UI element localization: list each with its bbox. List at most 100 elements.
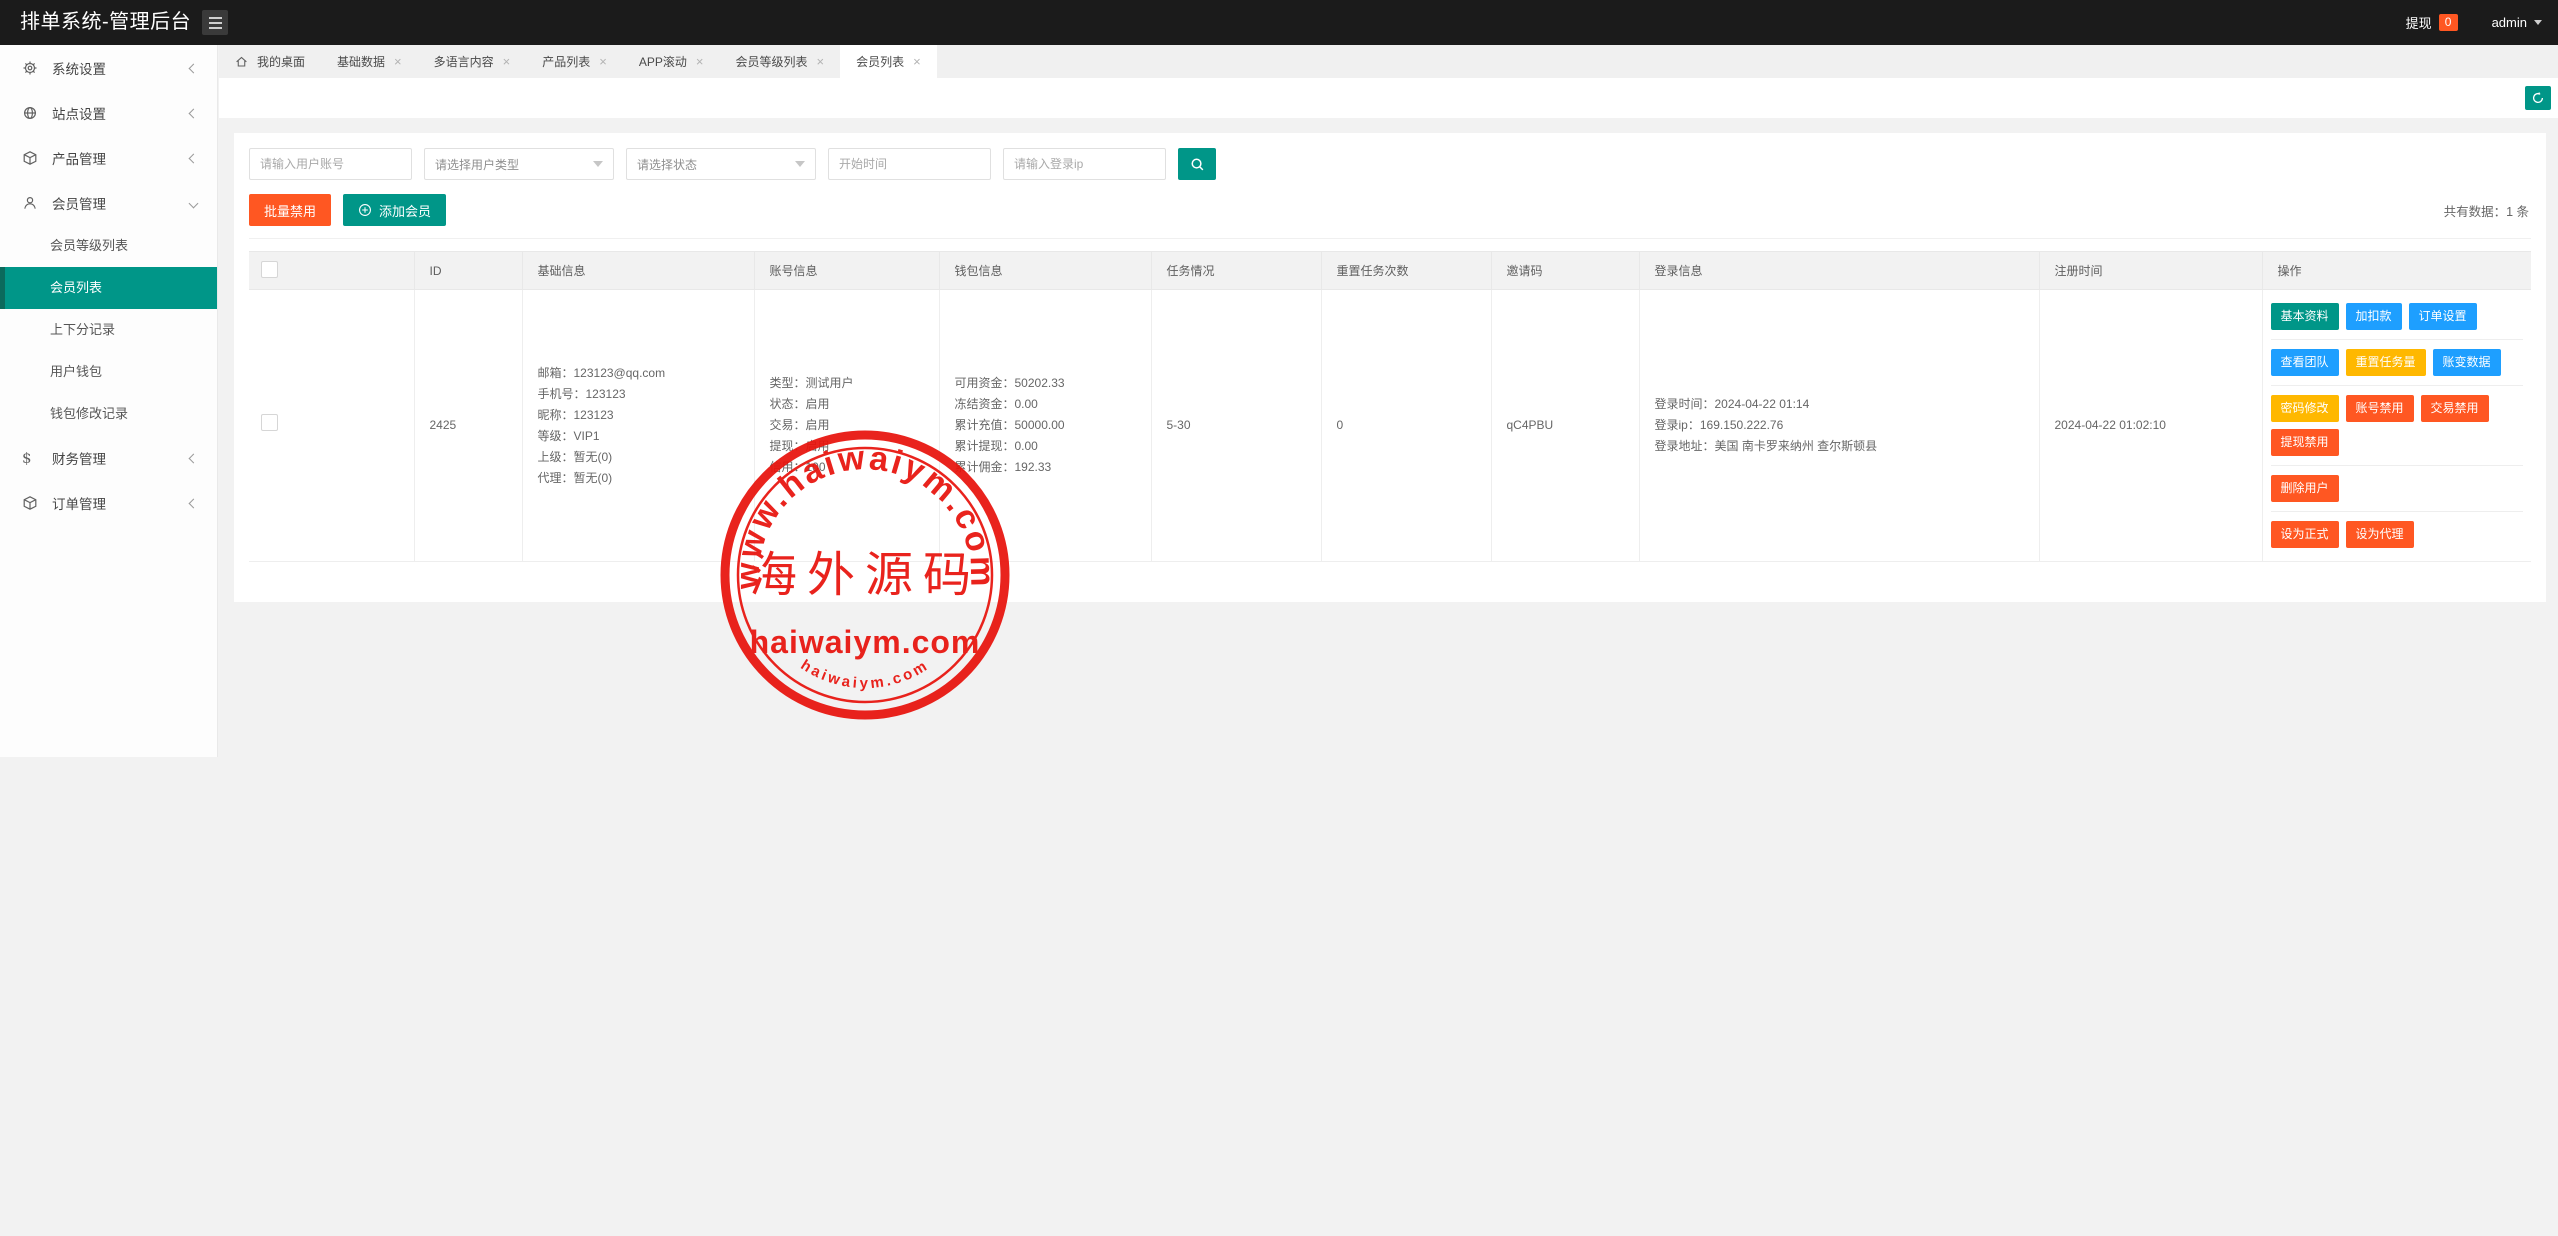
sidebar-item-member-level-list[interactable]: 会员等级列表 xyxy=(0,225,217,267)
tab-label: 会员等级列表 xyxy=(735,53,807,70)
sidebar-item-score-records[interactable]: 上下分记录 xyxy=(0,309,217,351)
row-checkbox[interactable] xyxy=(261,414,278,431)
set-official-button[interactable]: 设为正式 xyxy=(2271,521,2339,548)
close-icon[interactable]: × xyxy=(913,54,921,69)
plus-circle-icon xyxy=(358,203,372,217)
order-settings-button[interactable]: 订单设置 xyxy=(2409,303,2477,330)
sidebar-item-order-management[interactable]: 订单管理 xyxy=(0,480,217,525)
tab-bar: 我的桌面 基础数据 × 多语言内容 × 产品列表 × APP滚动 × 会员等级列… xyxy=(219,45,2558,78)
account-change-data-button[interactable]: 账变数据 xyxy=(2433,349,2501,376)
stamp-middle-text: haiwaiym.com xyxy=(750,624,981,660)
tab-my-desktop[interactable]: 我的桌面 xyxy=(219,45,321,78)
tab-label: APP滚动 xyxy=(639,53,687,70)
chevron-left-icon xyxy=(190,60,197,75)
sidebar-item-finance-management[interactable]: $ 财务管理 xyxy=(0,435,217,480)
user-type-select[interactable]: 请选择用户类型 xyxy=(424,148,614,180)
wallet-available: 可用资金：50202.33 xyxy=(955,373,1143,394)
account-credit: 信用：100 xyxy=(770,457,931,478)
table-row: 2425 邮箱：123123@qq.com 手机号：123123 昵称：1231… xyxy=(249,290,2531,562)
caret-down-icon xyxy=(2534,20,2542,25)
add-deduct-funds-button[interactable]: 加扣款 xyxy=(2346,303,2402,330)
set-agent-button[interactable]: 设为代理 xyxy=(2346,521,2414,548)
globe-icon xyxy=(22,105,39,121)
batch-disable-button[interactable]: 批量禁用 xyxy=(249,194,331,226)
basic-email: 邮箱：123123@qq.com xyxy=(538,363,746,384)
reset-task-quota-button[interactable]: 重置任务量 xyxy=(2346,349,2426,376)
action-group-1: 基本资料 加扣款 订单设置 xyxy=(2271,294,2524,340)
status-select[interactable]: 请选择状态 xyxy=(626,148,816,180)
basic-profile-button[interactable]: 基本资料 xyxy=(2271,303,2339,330)
disable-trade-button[interactable]: 交易禁用 xyxy=(2421,395,2489,422)
user-menu[interactable]: admin xyxy=(2492,15,2542,30)
select-all-checkbox[interactable] xyxy=(261,261,278,278)
menu-toggle-button[interactable] xyxy=(202,10,228,35)
app-title: 排单系统-管理后台 xyxy=(20,0,191,45)
login-ip-input[interactable] xyxy=(1003,148,1166,180)
sidebar-item-wallet-change-records[interactable]: 钱包修改记录 xyxy=(0,393,217,435)
dollar-icon: $ xyxy=(22,449,39,467)
sidebar-item-member-management[interactable]: 会员管理 xyxy=(0,180,217,225)
close-icon[interactable]: × xyxy=(394,54,402,69)
home-icon xyxy=(235,55,248,68)
sidebar-item-site-settings[interactable]: 站点设置 xyxy=(0,90,217,135)
withdraw-link[interactable]: 提现 0 xyxy=(2406,13,2458,32)
chevron-left-icon xyxy=(190,105,197,120)
chevron-left-icon xyxy=(190,450,197,465)
sidebar-item-label: 产品管理 xyxy=(52,148,106,168)
start-time-input[interactable] xyxy=(828,148,991,180)
gear-icon xyxy=(22,60,39,76)
header-id: ID xyxy=(414,252,522,290)
tab-product-list[interactable]: 产品列表 × xyxy=(526,45,623,78)
sidebar-item-member-list[interactable]: 会员列表 xyxy=(0,267,217,309)
sidebar-item-system-settings[interactable]: 系统设置 xyxy=(0,45,217,90)
basic-nickname: 昵称：123123 xyxy=(538,405,746,426)
stamp-bottom-arc-text: haiwaiym.com xyxy=(798,656,933,692)
tab-basic-data[interactable]: 基础数据 × xyxy=(321,45,418,78)
close-icon[interactable]: × xyxy=(503,54,511,69)
delete-user-button[interactable]: 删除用户 xyxy=(2271,475,2339,502)
member-list-card: 请选择用户类型 请选择状态 批量禁用 xyxy=(234,133,2546,602)
search-button[interactable] xyxy=(1178,148,1216,180)
action-group-3: 密码修改 账号禁用 交易禁用 提现禁用 xyxy=(2271,386,2524,466)
cube-icon xyxy=(22,150,39,166)
tab-app-scroll[interactable]: APP滚动 × xyxy=(623,45,720,78)
disable-withdraw-button[interactable]: 提现禁用 xyxy=(2271,429,2339,456)
view-team-button[interactable]: 查看团队 xyxy=(2271,349,2339,376)
action-group-4: 删除用户 xyxy=(2271,466,2524,512)
account-input[interactable] xyxy=(249,148,412,180)
header-account-info: 账号信息 xyxy=(754,252,939,290)
refresh-button[interactable] xyxy=(2525,86,2551,110)
cell-id: 2425 xyxy=(414,290,522,562)
basic-level: 等级：VIP1 xyxy=(538,426,746,447)
user-type-select-value: 请选择用户类型 xyxy=(435,156,519,173)
action-group-2: 查看团队 重置任务量 账变数据 xyxy=(2271,340,2524,386)
cell-login-info: 登录时间：2024-04-22 01:14 登录ip：169.150.222.7… xyxy=(1639,290,2039,562)
sidebar-item-label: 站点设置 xyxy=(52,103,106,123)
close-icon[interactable]: × xyxy=(696,54,704,69)
sidebar: 系统设置 站点设置 产品管理 会员管理 会员等级列表 会员列表 xyxy=(0,45,218,757)
caret-down-icon xyxy=(795,161,805,167)
sidebar-item-label: 订单管理 xyxy=(52,493,106,513)
header-task-status: 任务情况 xyxy=(1151,252,1321,290)
add-member-button[interactable]: 添加会员 xyxy=(343,194,446,226)
close-icon[interactable]: × xyxy=(599,54,607,69)
user-icon xyxy=(22,195,39,211)
cell-invite-code: qC4PBU xyxy=(1491,290,1639,562)
account-trade: 交易：启用 xyxy=(770,415,931,436)
tab-label: 产品列表 xyxy=(542,53,590,70)
header-basic-info: 基础信息 xyxy=(522,252,754,290)
cell-operations: 基本资料 加扣款 订单设置 查看团队 重置任务量 账变数据 密码修改 xyxy=(2262,290,2531,562)
close-icon[interactable]: × xyxy=(816,54,824,69)
tab-member-level-list[interactable]: 会员等级列表 × xyxy=(719,45,840,78)
account-status: 状态：启用 xyxy=(770,394,931,415)
tab-member-list[interactable]: 会员列表 × xyxy=(840,45,937,78)
tab-multilang-content[interactable]: 多语言内容 × xyxy=(418,45,527,78)
change-password-button[interactable]: 密码修改 xyxy=(2271,395,2339,422)
sidebar-item-product-management[interactable]: 产品管理 xyxy=(0,135,217,180)
hamburger-icon xyxy=(209,17,222,29)
disable-account-button[interactable]: 账号禁用 xyxy=(2346,395,2414,422)
login-address: 登录地址：美国 南卡罗来纳州 查尔斯顿县 xyxy=(1655,436,2031,457)
action-group-5: 设为正式 设为代理 xyxy=(2271,512,2524,557)
sidebar-item-user-wallet[interactable]: 用户钱包 xyxy=(0,351,217,393)
tab-label: 多语言内容 xyxy=(434,53,494,70)
